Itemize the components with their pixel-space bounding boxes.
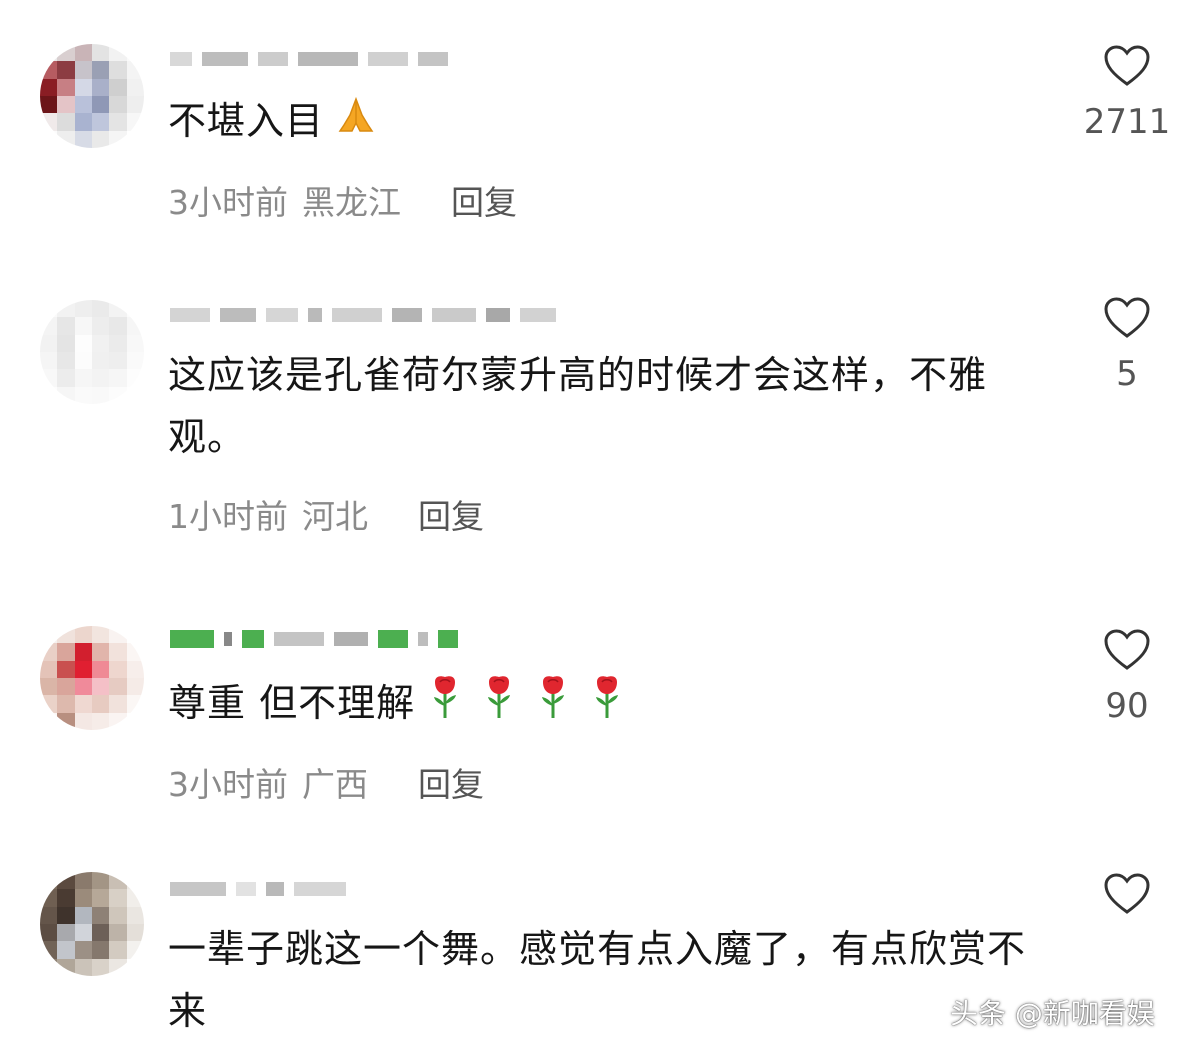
avatar[interactable] [40, 44, 144, 148]
comment-region: 河北 [302, 497, 368, 536]
watermark: 头条 @新咖看娱 [950, 997, 1155, 1030]
comment-meta: 3小时前 黑龙江 回复 [168, 176, 517, 224]
like-button[interactable] [1080, 872, 1174, 916]
comment-text: 尊重 但不理解 [168, 672, 1028, 738]
comment-time: 3小时前 [168, 765, 288, 804]
heart-icon [1104, 873, 1150, 914]
comment-text-content: 不堪入目 [168, 99, 325, 143]
comment-text: 一辈子跳这一个舞。感觉有点入魔了，有点欣赏不来 [168, 918, 1028, 1042]
comment-time: 3小时前 [168, 183, 288, 222]
comment-text-content: 一辈子跳这一个舞。感觉有点入魔了，有点欣赏不来 [168, 927, 1027, 1033]
like-count: 5 [1116, 354, 1138, 394]
comment-text: 这应该是孔雀荷尔蒙升高的时候才会这样，不雅观。 [168, 344, 1028, 468]
username-redacted[interactable] [170, 628, 458, 650]
rose-icon [483, 674, 515, 738]
like-count: 90 [1105, 686, 1149, 726]
reply-button[interactable]: 回复 [418, 490, 484, 538]
avatar[interactable] [40, 872, 144, 976]
rose-emoji-group [415, 675, 623, 725]
reply-button[interactable]: 回复 [418, 758, 484, 806]
comment-meta: 1小时前 河北 回复 [168, 490, 484, 538]
rose-icon [429, 674, 461, 738]
like-button[interactable]: 2711 [1080, 44, 1174, 142]
username-redacted[interactable] [170, 304, 556, 326]
rose-icon [537, 674, 569, 738]
heart-icon [1104, 297, 1150, 338]
avatar[interactable] [40, 300, 144, 404]
like-count: 2711 [1083, 102, 1171, 142]
username-redacted[interactable] [170, 878, 346, 900]
comment-region: 广西 [302, 765, 368, 804]
like-button[interactable]: 90 [1080, 628, 1174, 726]
avatar[interactable] [40, 626, 144, 730]
folded-hands-icon [334, 93, 378, 155]
comment-text-content: 尊重 但不理解 [168, 681, 416, 725]
heart-icon [1104, 45, 1150, 86]
rose-icon [591, 674, 623, 738]
like-button[interactable]: 5 [1080, 296, 1174, 394]
username-redacted[interactable] [170, 48, 448, 70]
comment-region: 黑龙江 [302, 183, 401, 222]
comment-time: 1小时前 [168, 497, 288, 536]
comment-text-content: 这应该是孔雀荷尔蒙升高的时候才会这样，不雅观。 [168, 353, 988, 459]
comment-meta: 3小时前 广西 回复 [168, 758, 484, 806]
reply-button[interactable]: 回复 [451, 176, 517, 224]
heart-icon [1104, 629, 1150, 670]
comment-text: 不堪入目 [168, 90, 1028, 155]
